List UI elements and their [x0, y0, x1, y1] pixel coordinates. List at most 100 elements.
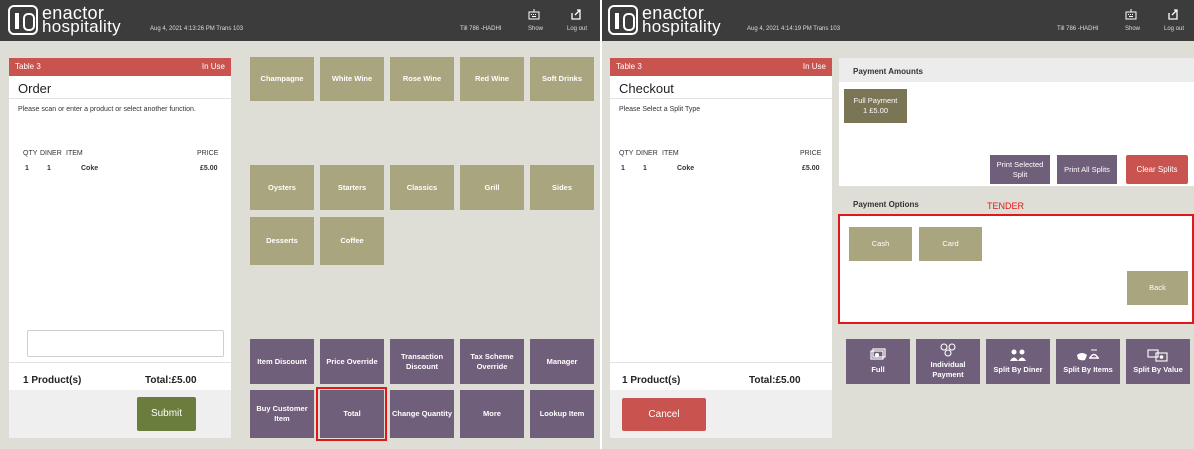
highlight-total: [316, 387, 387, 441]
print-selected-split-button[interactable]: Print Selected Split: [990, 155, 1050, 184]
checkout-panel: Table 3 In Use Checkout Please Select a …: [610, 58, 832, 438]
full-payment-icon: [870, 348, 886, 360]
till-label: Till 786 -HADHI: [1057, 26, 1099, 32]
row-qty: 1: [621, 165, 625, 172]
menu-classics[interactable]: Classics: [390, 165, 454, 210]
col-diner: DINER: [40, 150, 62, 157]
submit-area: [9, 390, 231, 438]
menu-champagne[interactable]: Champagne: [250, 57, 314, 101]
split-by-value-icon: [1147, 349, 1168, 362]
timestamp: Aug 4, 2021 4:14:19 PM Trans 103: [747, 26, 841, 32]
logout-icon[interactable]: [566, 8, 586, 23]
full-payment-label: Full Payment: [853, 96, 898, 105]
logout-icon[interactable]: [1163, 8, 1183, 23]
func-price-override[interactable]: Price Override: [320, 339, 384, 384]
row-item: Coke: [81, 165, 99, 172]
order-panel: Table 3 In Use Order Please scan or ente…: [9, 58, 231, 438]
func-manager[interactable]: Manager: [530, 339, 594, 384]
payment-amounts-heading: Payment Amounts: [853, 67, 923, 76]
col-item: ITEM: [662, 150, 679, 157]
split-by-diner-label: Split By Diner: [993, 365, 1043, 374]
func-buy-customer-item[interactable]: Buy Customer Item: [250, 390, 314, 438]
split-by-diner-icon: [1010, 349, 1026, 361]
menu-red-wine[interactable]: Red Wine: [460, 57, 524, 101]
func-more[interactable]: More: [460, 390, 524, 438]
split-full-button[interactable]: Full: [846, 339, 910, 384]
row-qty: 1: [25, 165, 29, 172]
print-all-splits-button[interactable]: Print All Splits: [1057, 155, 1117, 184]
table-header: Table 3 In Use: [9, 58, 231, 76]
logo-icon: [608, 5, 638, 35]
func-lookup-item[interactable]: Lookup Item: [530, 390, 594, 438]
top-bar: enactor hospitality Aug 4, 2021 4:13:26 …: [0, 0, 600, 41]
func-tax-scheme-override[interactable]: Tax Scheme Override: [460, 339, 524, 384]
full-payment-amount-button[interactable]: Full Payment 1 £5.00: [844, 89, 907, 123]
col-diner: DINER: [636, 150, 658, 157]
page-title: Checkout: [619, 81, 674, 96]
func-item-discount[interactable]: Item Discount: [250, 339, 314, 384]
menu-starters[interactable]: Starters: [320, 165, 384, 210]
table-status: In Use: [802, 62, 826, 71]
timestamp: Aug 4, 2021 4:13:26 PM Trans 103: [150, 26, 244, 32]
split-full-label: Full: [871, 365, 885, 374]
table-label: Table 3: [616, 62, 642, 71]
clear-splits-button[interactable]: Clear Splits: [1126, 155, 1188, 184]
instruction-text: Please Select a Split Type: [619, 106, 701, 113]
menu-desserts[interactable]: Desserts: [250, 217, 314, 265]
row-diner: 1: [643, 165, 647, 172]
menu-soft-drinks[interactable]: Soft Drinks: [530, 57, 594, 101]
menu-oysters[interactable]: Oysters: [250, 165, 314, 210]
row-price: £5.00: [802, 165, 820, 172]
page-title: Order: [18, 81, 52, 96]
keyboard-icon[interactable]: [524, 8, 544, 23]
row-diner: 1: [47, 165, 51, 172]
logout-button[interactable]: Log out: [567, 26, 587, 32]
func-change-quantity[interactable]: Change Quantity: [390, 390, 454, 438]
col-qty: QTY: [619, 150, 634, 157]
product-count: 1 Product(s): [23, 375, 82, 386]
payment-amounts-panel: Payment Amounts Full Payment 1 £5.00 Pri…: [839, 58, 1194, 186]
table-header: Table 3 In Use: [610, 58, 832, 76]
logo-line-2: hospitality: [42, 17, 121, 36]
menu-white-wine[interactable]: White Wine: [320, 57, 384, 101]
show-button[interactable]: Show: [1125, 26, 1140, 32]
col-qty: QTY: [23, 150, 38, 157]
row-item: Coke: [677, 165, 695, 172]
col-item: ITEM: [66, 150, 83, 157]
submit-button[interactable]: Submit: [137, 397, 196, 431]
order-screen: enactor hospitality Aug 4, 2021 4:13:26 …: [0, 0, 600, 449]
order-total: Total:£5.00: [145, 375, 197, 386]
table-status: In Use: [201, 62, 225, 71]
instruction-text: Please scan or enter a product or select…: [18, 106, 196, 113]
cancel-button[interactable]: Cancel: [622, 398, 706, 431]
split-by-items-button[interactable]: Split By Items: [1056, 339, 1120, 384]
split-individual-payment-button[interactable]: Individual Payment: [916, 339, 980, 384]
split-by-diner-button[interactable]: Split By Diner: [986, 339, 1050, 384]
individual-payment-icon: [940, 343, 956, 357]
logo-icon: [8, 5, 38, 35]
func-transaction-discount[interactable]: Transaction Discount: [390, 339, 454, 384]
show-button[interactable]: Show: [528, 26, 543, 32]
menu-rose-wine[interactable]: Rose Wine: [390, 57, 454, 101]
menu-grill[interactable]: Grill: [460, 165, 524, 210]
checkout-screen: enactor hospitality Aug 4, 2021 4:14:19 …: [602, 0, 1194, 449]
highlight-tender: [838, 214, 1194, 324]
menu-coffee[interactable]: Coffee: [320, 217, 384, 265]
split-by-value-button[interactable]: Split By Value: [1126, 339, 1190, 384]
split-individual-label: Individual Payment: [930, 360, 966, 379]
divider: [610, 362, 832, 363]
product-count: 1 Product(s): [622, 375, 681, 386]
split-by-items-label: Split By Items: [1063, 365, 1113, 374]
till-label: Till 786 -HADHI: [460, 26, 502, 32]
order-total: Total:£5.00: [749, 375, 801, 386]
tender-annotation: TENDER: [987, 201, 1025, 211]
keyboard-icon[interactable]: [1121, 8, 1141, 23]
logout-button[interactable]: Log out: [1164, 26, 1184, 32]
logo-line-2: hospitality: [642, 17, 721, 36]
enactor-logo: enactor hospitality: [608, 4, 721, 36]
divider: [610, 98, 832, 99]
scan-input[interactable]: [27, 330, 224, 357]
menu-sides[interactable]: Sides: [530, 165, 594, 210]
split-by-items-icon: [1077, 349, 1099, 361]
row-price: £5.00: [200, 165, 218, 172]
